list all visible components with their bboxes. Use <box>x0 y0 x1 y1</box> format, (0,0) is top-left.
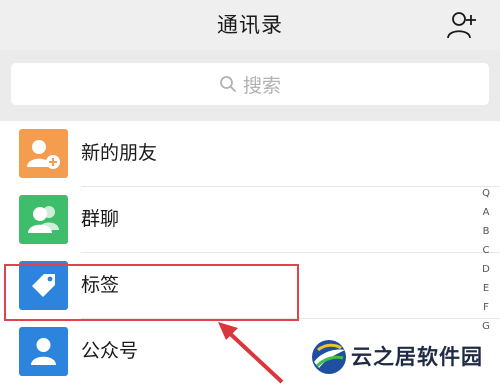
index-letter[interactable]: D <box>478 260 494 279</box>
top-bar: 通讯录 <box>0 0 500 50</box>
group-chats-avatar <box>19 195 68 244</box>
list-item-tags[interactable]: 标签 <box>0 253 470 318</box>
list-item-new-friends[interactable]: 新的朋友 <box>0 121 470 186</box>
alphabet-index[interactable]: Q A B C D E F G <box>478 184 494 336</box>
person-plus-icon <box>27 140 60 169</box>
watermark-logo-icon <box>312 340 346 374</box>
search-input[interactable]: 搜索 <box>11 63 489 105</box>
group-chats-label: 群聊 <box>81 208 120 230</box>
group-icon <box>28 206 59 233</box>
index-letter[interactable]: B <box>478 222 494 241</box>
official-accounts-avatar <box>19 327 68 376</box>
index-letter[interactable]: Q <box>478 184 494 203</box>
add-contact-button[interactable] <box>446 10 478 40</box>
index-letter[interactable]: C <box>478 241 494 260</box>
contacts-screen: 通讯录 搜索 新的朋友 群聊 标签 公众号 Q A B C D E F G 云之… <box>0 0 500 384</box>
official-accounts-label: 公众号 <box>81 340 139 362</box>
tags-avatar <box>19 261 68 310</box>
tag-icon <box>32 274 55 297</box>
person-plus-icon <box>447 12 476 39</box>
index-letter[interactable]: F <box>478 298 494 317</box>
search-placeholder: 搜索 <box>242 74 281 97</box>
new-friends-avatar <box>19 129 68 178</box>
watermark: 云之居软件园 <box>302 330 500 384</box>
index-letter[interactable]: A <box>478 203 494 222</box>
search-icon <box>220 76 236 92</box>
tags-label: 标签 <box>81 274 120 296</box>
index-letter[interactable]: E <box>478 279 494 298</box>
watermark-text: 云之居软件园 <box>351 345 483 369</box>
page-title: 通讯录 <box>217 13 283 37</box>
person-icon <box>31 338 56 365</box>
list-item-group-chats[interactable]: 群聊 <box>0 187 470 252</box>
new-friends-label: 新的朋友 <box>81 142 158 164</box>
